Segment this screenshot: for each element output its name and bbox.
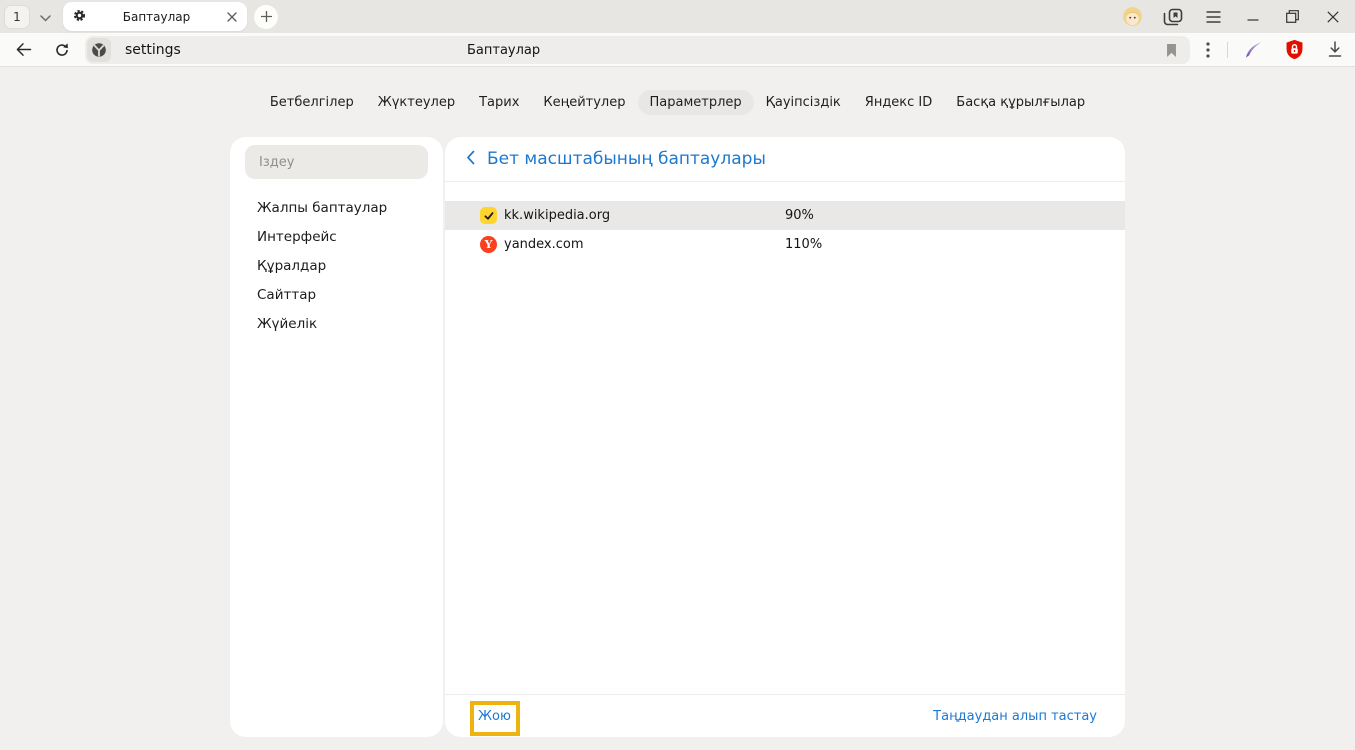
zoom-value: 110% bbox=[785, 237, 822, 252]
chevron-down-icon bbox=[40, 7, 51, 26]
toolbar-divider bbox=[1227, 42, 1228, 58]
tab-groups-icon[interactable] bbox=[1163, 8, 1183, 26]
download-icon[interactable] bbox=[1324, 33, 1346, 66]
quill-extension-icon[interactable] bbox=[1241, 33, 1265, 66]
bookmark-icon[interactable] bbox=[1165, 36, 1178, 64]
settings-page: Бетбелгілер Жүктеулер Тарих Кеңейтулер П… bbox=[0, 67, 1355, 750]
nav-tab-settings[interactable]: Параметрлер bbox=[638, 90, 754, 115]
chevron-left-icon[interactable] bbox=[466, 150, 475, 169]
sidebar-section-list: Жалпы баптаулар Интерфейс Құралдар Сайтт… bbox=[245, 194, 428, 339]
settings-nav-tabs: Бетбелгілер Жүктеулер Тарих Кеңейтулер П… bbox=[0, 67, 1355, 115]
site-row-wikipedia[interactable]: kk.wikipedia.org 90% bbox=[445, 201, 1125, 230]
settings-content: Жалпы баптаулар Интерфейс Құралдар Сайтт… bbox=[230, 137, 1125, 737]
site-name: kk.wikipedia.org bbox=[504, 208, 610, 223]
site-zoom-list: kk.wikipedia.org 90% Y yandex.com 110% bbox=[445, 201, 1125, 259]
tab-title: Баптаулар bbox=[86, 10, 227, 24]
nav-tab-other-devices[interactable]: Басқа құрылғылар bbox=[944, 90, 1097, 115]
zoom-value: 90% bbox=[785, 208, 814, 223]
card-footer: Жою Таңдаудан алып тастау bbox=[445, 694, 1125, 737]
browser-toolbar: settings Баптаулар bbox=[0, 33, 1355, 67]
tab-list-dropdown-button[interactable] bbox=[34, 5, 56, 29]
sidebar-item-sites[interactable]: Сайттар bbox=[245, 281, 428, 310]
tabstrip-right-controls bbox=[1123, 0, 1355, 33]
address-bar[interactable]: settings Баптаулар bbox=[85, 36, 1190, 64]
back-button[interactable] bbox=[10, 33, 36, 66]
tab-count-label: 1 bbox=[13, 10, 21, 24]
close-tab-icon[interactable] bbox=[227, 7, 237, 26]
tab-counter-button[interactable]: 1 bbox=[4, 5, 30, 29]
reload-button[interactable] bbox=[50, 33, 74, 66]
page-title[interactable]: Бет масштабының баптаулары bbox=[487, 149, 766, 169]
new-tab-button[interactable] bbox=[254, 5, 278, 29]
gear-icon bbox=[73, 7, 86, 26]
yandex-browser-logo-icon bbox=[87, 38, 111, 62]
sidebar-item-system[interactable]: Жүйелік bbox=[245, 310, 428, 339]
nav-tab-yandex-id[interactable]: Яндекс ID bbox=[853, 90, 945, 115]
kebab-menu-icon[interactable] bbox=[1198, 33, 1218, 66]
sidebar-item-tools[interactable]: Құралдар bbox=[245, 252, 428, 281]
settings-sidebar: Жалпы баптаулар Интерфейс Құралдар Сайтт… bbox=[230, 137, 443, 737]
tab-strip: 1 Баптаулар bbox=[0, 0, 1355, 33]
shield-lock-extension-icon[interactable] bbox=[1283, 33, 1305, 66]
card-header: Бет масштабының баптаулары bbox=[445, 137, 1125, 182]
hamburger-menu-icon[interactable] bbox=[1206, 11, 1221, 23]
nav-tab-history[interactable]: Тарих bbox=[467, 90, 531, 115]
sidebar-item-general[interactable]: Жалпы баптаулар bbox=[245, 194, 428, 223]
deselect-all-button[interactable]: Таңдаудан алып тастау bbox=[933, 695, 1097, 737]
plus-icon bbox=[261, 7, 272, 26]
checked-checkbox-icon[interactable] bbox=[480, 207, 497, 224]
window-close-button[interactable] bbox=[1327, 11, 1339, 23]
user-avatar[interactable] bbox=[1123, 7, 1142, 26]
search-input[interactable] bbox=[245, 145, 428, 179]
page-zoom-settings-card: Бет масштабының баптаулары kk.wikipedia.… bbox=[445, 137, 1125, 737]
address-page-title: Баптаулар bbox=[467, 36, 540, 64]
address-url-text: settings bbox=[125, 42, 181, 58]
site-name: yandex.com bbox=[504, 237, 584, 252]
nav-tab-downloads[interactable]: Жүктеулер bbox=[366, 90, 467, 115]
site-row-yandex[interactable]: Y yandex.com 110% bbox=[445, 230, 1125, 259]
nav-tab-security[interactable]: Қауіпсіздік bbox=[754, 90, 853, 115]
sidebar-item-interface[interactable]: Интерфейс bbox=[245, 223, 428, 252]
nav-tab-extensions[interactable]: Кеңейтулер bbox=[531, 90, 637, 115]
window-minimize-button[interactable] bbox=[1247, 11, 1259, 23]
nav-tab-bookmarks[interactable]: Бетбелгілер bbox=[258, 90, 366, 115]
window-restore-button[interactable] bbox=[1286, 10, 1299, 23]
browser-tab-settings[interactable]: Баптаулар bbox=[63, 2, 247, 31]
yandex-favicon-icon: Y bbox=[480, 236, 497, 253]
delete-button[interactable]: Жою bbox=[478, 695, 511, 737]
